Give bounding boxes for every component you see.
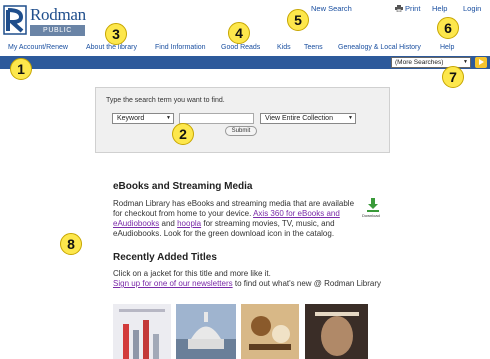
- library-logo[interactable]: Rodman PUBLIC LIBRARY: [3, 4, 86, 45]
- nav-teens[interactable]: Teens: [304, 44, 323, 51]
- new-search-link[interactable]: New Search: [311, 4, 352, 13]
- callout-5: 5: [287, 9, 309, 31]
- callout-7: 7: [442, 66, 464, 88]
- nav-find-information[interactable]: Find Information: [155, 44, 206, 51]
- newsletter-tail: to find out what's new @ Rodman Library: [234, 279, 382, 288]
- collection-value: View Entire Collection: [265, 115, 333, 122]
- login-link[interactable]: Login: [463, 4, 481, 13]
- nav-my-account[interactable]: My Account/Renew: [8, 44, 68, 51]
- download-arrow-icon: [367, 198, 379, 212]
- go-button[interactable]: [475, 57, 487, 68]
- submit-button[interactable]: Submit: [225, 126, 257, 136]
- main-nav: My Account/Renew About the library Find …: [0, 44, 490, 54]
- callout-4: 4: [228, 22, 250, 44]
- print-link-wrap: Print: [395, 4, 420, 13]
- nav-good-reads[interactable]: Good Reads: [221, 44, 260, 51]
- callout-2: 2: [172, 123, 194, 145]
- recent-text: Click on a jacket for this title and mor…: [113, 269, 271, 278]
- nav-genealogy[interactable]: Genealogy & Local History: [338, 44, 421, 51]
- callout-1: 1: [10, 58, 32, 80]
- callout-8: 8: [60, 233, 82, 255]
- more-searches-select[interactable]: (More Searches) ▼: [391, 57, 471, 68]
- print-link[interactable]: Print: [405, 4, 420, 13]
- ebooks-paragraph: Rodman Library has eBooks and streaming …: [113, 199, 358, 239]
- ebooks-heading: eBooks and Streaming Media: [113, 181, 253, 192]
- search-bar-strip: (More Searches) ▼: [0, 56, 490, 69]
- search-type-value: Keyword: [117, 115, 145, 122]
- download-label: Download: [362, 213, 380, 218]
- help-top-link[interactable]: Help: [432, 4, 447, 13]
- more-searches-value: (More Searches): [395, 59, 444, 66]
- catalog-search-box: Type the search term you want to find. K…: [95, 87, 390, 153]
- recent-covers: [113, 304, 368, 359]
- book-cover-2[interactable]: [176, 304, 236, 359]
- new-search-link-wrap: New Search: [311, 4, 352, 13]
- book-cover-3[interactable]: [241, 304, 299, 359]
- logo-subtitle: PUBLIC LIBRARY: [30, 25, 85, 45]
- newsletter-link[interactable]: Sign up for one of our newsletters: [113, 279, 233, 288]
- login-link-wrap: Login: [463, 4, 481, 13]
- search-term-input[interactable]: [179, 113, 254, 124]
- callout-6: 6: [437, 17, 459, 39]
- callout-3: 3: [105, 23, 127, 45]
- ebooks-and: and: [161, 219, 175, 228]
- recent-heading: Recently Added Titles: [113, 252, 217, 263]
- nav-about[interactable]: About the library: [86, 44, 137, 51]
- nav-kids[interactable]: Kids: [277, 44, 291, 51]
- chevron-down-icon: ▼: [166, 115, 171, 121]
- logo-mark-icon: [3, 5, 27, 35]
- nav-help[interactable]: Help: [440, 44, 454, 51]
- hoopla-link[interactable]: hoopla: [177, 219, 201, 228]
- book-cover-1[interactable]: [113, 304, 171, 359]
- chevron-down-icon: ▼: [463, 59, 468, 65]
- search-type-select[interactable]: Keyword ▼: [112, 113, 174, 124]
- help-link-wrap: Help: [432, 4, 447, 13]
- search-prompt: Type the search term you want to find.: [106, 97, 225, 104]
- logo-name: Rodman: [30, 5, 86, 24]
- collection-select[interactable]: View Entire Collection ▼: [260, 113, 356, 124]
- printer-icon: [395, 5, 403, 12]
- recent-paragraph: Click on a jacket for this title and mor…: [113, 269, 383, 289]
- chevron-down-icon: ▼: [348, 115, 353, 121]
- book-cover-4[interactable]: [305, 304, 368, 359]
